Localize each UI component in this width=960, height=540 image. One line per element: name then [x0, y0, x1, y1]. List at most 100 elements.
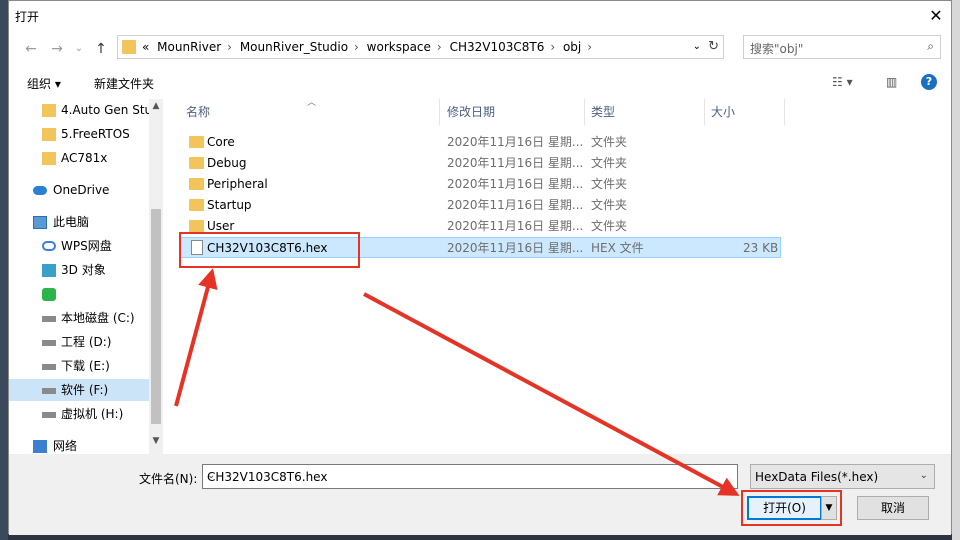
column-divider[interactable]: [584, 99, 585, 125]
back-arrow-icon[interactable]: ←: [21, 39, 41, 59]
chevron-right-icon: ›: [354, 40, 359, 54]
column-header-type[interactable]: 类型: [591, 99, 615, 125]
sidebar-item-drive-d[interactable]: 工程 (D:): [9, 331, 149, 353]
folder-icon: [42, 152, 56, 165]
column-divider[interactable]: [704, 99, 705, 125]
organize-button[interactable]: 组织 ▾: [27, 75, 61, 92]
file-name: Startup: [207, 198, 252, 212]
drive-icon: [42, 340, 56, 346]
file-row-startup[interactable]: Startup 2020年11月16日 星期... 文件夹: [179, 195, 781, 216]
refresh-icon[interactable]: ↻: [708, 36, 719, 58]
address-bar[interactable]: « MounRiver › MounRiver_Studio › workspace…: [117, 35, 724, 59]
chevron-right-icon: ›: [587, 40, 593, 54]
file-type: 文件夹: [591, 198, 628, 212]
sidebar-item-drive-e[interactable]: 下载 (E:): [9, 355, 149, 377]
close-icon[interactable]: ✕: [921, 1, 951, 31]
sidebar-item-label: 软件 (F:): [61, 383, 109, 397]
sidebar-item-drive-h[interactable]: 虚拟机 (H:): [9, 403, 149, 425]
drive-icon: [42, 412, 56, 418]
sidebar-item-3d-objects[interactable]: 3D 对象: [9, 259, 149, 281]
sidebar-item-freertos[interactable]: 5.FreeRTOS: [9, 123, 149, 145]
breadcrumb-mounriver[interactable]: MounRiver: [157, 40, 221, 54]
new-folder-button[interactable]: 新建文件夹: [94, 75, 154, 92]
search-box[interactable]: 搜索"obj" ⌕: [743, 35, 941, 59]
sidebar-item-label: 4.Auto Gen Stu: [61, 103, 153, 117]
sidebar-item-onedrive[interactable]: OneDrive: [9, 179, 149, 201]
drive-icon: [42, 364, 56, 370]
file-type: 文件夹: [591, 219, 628, 233]
file-row-core[interactable]: Core 2020年11月16日 星期... 文件夹: [179, 132, 781, 153]
file-date: 2020年11月16日 星期...: [447, 241, 584, 255]
sidebar-item-label: 工程 (D:): [61, 335, 112, 349]
filename-input[interactable]: CH32V103C8T6.hex ⌄: [202, 464, 738, 489]
sidebar-item-ac781x[interactable]: AC781x: [9, 147, 149, 169]
file-row-peripheral[interactable]: Peripheral 2020年11月16日 星期... 文件夹: [179, 174, 781, 195]
network-icon: [33, 440, 47, 453]
chevron-down-icon[interactable]: ⌄: [207, 470, 733, 481]
sidebar-item-this-pc[interactable]: 此电脑: [9, 211, 149, 233]
navigation-pane: 4.Auto Gen Stu 5.FreeRTOS AC781x OneDriv…: [9, 99, 163, 454]
column-header-date[interactable]: 修改日期: [447, 99, 495, 125]
file-type: 文件夹: [591, 135, 628, 149]
sidebar-item-label: OneDrive: [53, 183, 110, 197]
cube-icon: [42, 264, 56, 277]
folder-icon: [189, 136, 204, 148]
search-placeholder: 搜索"obj": [750, 42, 804, 56]
up-arrow-icon[interactable]: ↑: [91, 39, 111, 59]
sidebar-item-label: 此电脑: [53, 215, 90, 229]
highlight-box-open: [741, 490, 842, 526]
breadcrumb-obj[interactable]: obj: [563, 40, 581, 54]
sidebar-item-label: 3D 对象: [61, 263, 106, 277]
sidebar-item-label: 5.FreeRTOS: [61, 127, 130, 141]
file-date: 2020年11月16日 星期...: [447, 135, 584, 149]
file-type: 文件夹: [591, 156, 628, 170]
filetype-value: HexData Files(*.hex): [755, 470, 879, 484]
sidebar-item-auto-gen[interactable]: 4.Auto Gen Stu: [9, 99, 153, 121]
search-icon: ⌕: [927, 39, 934, 53]
forward-arrow-icon[interactable]: →: [47, 39, 67, 59]
scroll-up-icon[interactable]: ▲: [149, 101, 163, 111]
column-divider[interactable]: [439, 99, 440, 125]
sidebar-item-label: WPS网盘: [61, 239, 112, 253]
breadcrumb-workspace[interactable]: workspace: [367, 40, 431, 54]
open-file-dialog: 打开 ✕ ← → ⌄ ↑ « MounRiver › MounRiver_Stud…: [8, 0, 952, 535]
title-bar: 打开 ✕: [9, 1, 951, 31]
background-window-left: [0, 0, 8, 540]
sidebar-scrollbar[interactable]: ▲ ▼: [149, 99, 163, 454]
background-window-right: [952, 0, 960, 540]
cancel-button[interactable]: 取消: [857, 496, 929, 520]
app-icon: [42, 288, 56, 301]
folder-icon: [122, 40, 136, 54]
scroll-down-icon[interactable]: ▼: [149, 436, 163, 446]
chevron-down-icon[interactable]: ⌄: [693, 36, 701, 58]
sidebar-item-drive-f[interactable]: 软件 (F:): [9, 379, 149, 401]
breadcrumb: « MounRiver › MounRiver_Studio › workspace…: [142, 36, 596, 58]
sidebar-item-label: 网络: [53, 439, 78, 453]
breadcrumb-overflow[interactable]: «: [142, 40, 149, 54]
breadcrumb-mounriver-studio[interactable]: MounRiver_Studio: [240, 40, 348, 54]
folder-icon: [189, 157, 204, 169]
sidebar-item-app[interactable]: [9, 283, 149, 305]
filetype-select[interactable]: HexData Files(*.hex) ⌄: [750, 464, 935, 489]
file-row-debug[interactable]: Debug 2020年11月16日 星期... 文件夹: [179, 153, 781, 174]
column-header-name[interactable]: 名称: [186, 99, 210, 125]
file-size: 23 KB: [743, 241, 779, 255]
view-options-icon[interactable]: ☷ ▾: [832, 75, 853, 89]
folder-icon: [42, 128, 56, 141]
column-divider[interactable]: [784, 99, 785, 125]
chevron-right-icon: ›: [227, 40, 232, 54]
scrollbar-thumb[interactable]: [151, 209, 161, 424]
help-icon[interactable]: ?: [921, 74, 937, 90]
cloud-icon: [33, 186, 47, 195]
column-header-size[interactable]: 大小: [711, 99, 735, 125]
file-type: HEX 文件: [591, 241, 644, 255]
sidebar-item-wps[interactable]: WPS网盘: [9, 235, 149, 257]
chevron-right-icon: ›: [436, 40, 442, 54]
folder-icon: [189, 220, 204, 232]
recent-locations-icon[interactable]: ⌄: [69, 39, 89, 59]
sidebar-item-network[interactable]: 网络: [9, 435, 149, 454]
sidebar-item-drive-c[interactable]: 本地磁盘 (C:): [9, 307, 149, 329]
cloud-drive-icon: [42, 241, 56, 251]
preview-pane-icon[interactable]: ▥: [886, 75, 897, 89]
breadcrumb-project[interactable]: CH32V103C8T6: [450, 40, 545, 54]
